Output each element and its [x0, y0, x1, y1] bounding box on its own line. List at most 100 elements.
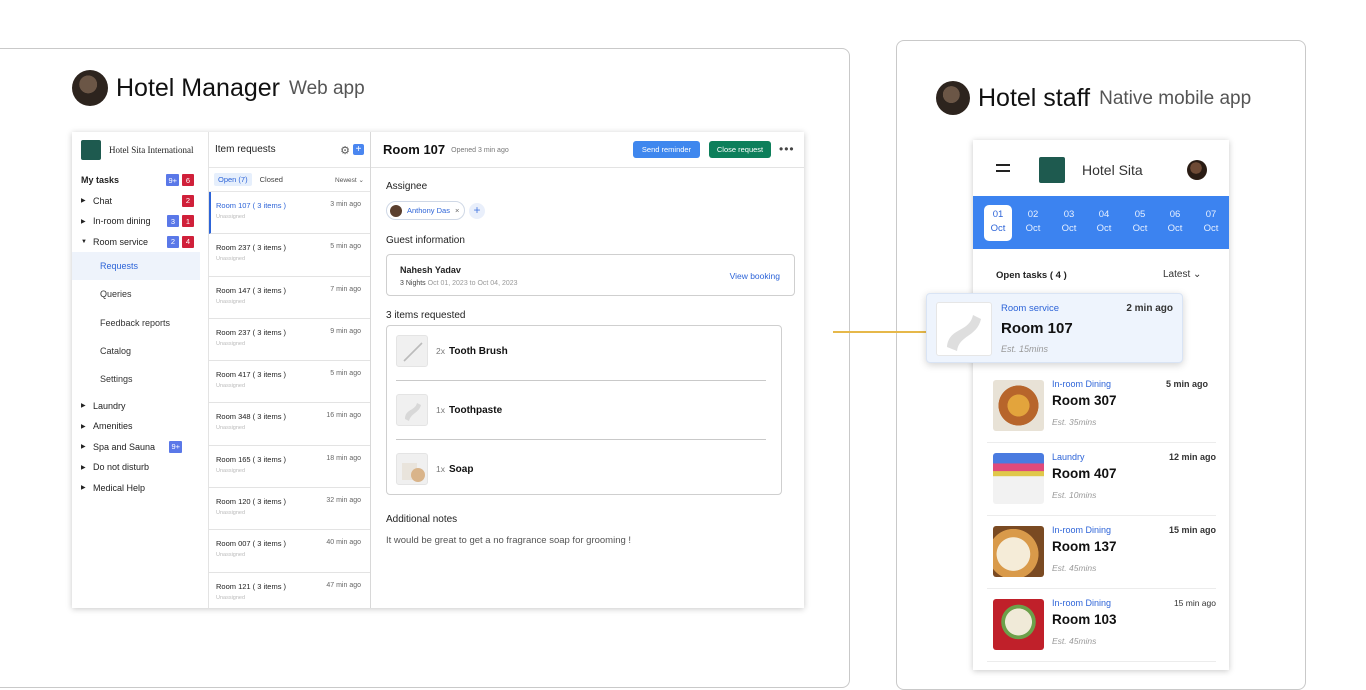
date-item[interactable]: 06 Oct: [1161, 205, 1189, 241]
close-request-button[interactable]: Close request: [709, 141, 771, 158]
date-item[interactable]: 01 Oct: [984, 205, 1012, 241]
view-booking-link[interactable]: View booking: [730, 271, 780, 281]
avatar[interactable]: [1187, 160, 1207, 180]
featured-task-card[interactable]: Room service Room 107 Est. 15mins 2 min …: [926, 293, 1183, 363]
sort-dropdown[interactable]: Latest ⌄: [1163, 269, 1201, 280]
hotel-logo: [81, 140, 101, 160]
request-row[interactable]: Room 147 ( 3 items ) 7 min ago Unassigne…: [209, 277, 370, 319]
guest-stay: 3 Nights Oct 01, 2023 to Oct 04, 2023: [400, 280, 518, 287]
task-category: In-room Dining: [1052, 379, 1112, 389]
date-day: 04: [1098, 209, 1110, 220]
task-est: Est. 10mins: [1052, 490, 1097, 500]
request-status: Unassigned: [216, 256, 246, 263]
request-row[interactable]: Room 237 ( 3 items ) 5 min ago Unassigne…: [209, 234, 370, 277]
task-card[interactable]: Laundry Room 407 Est. 10mins 12 min ago: [987, 446, 1216, 516]
request-row[interactable]: Room 120 ( 3 items ) 32 min ago Unassign…: [209, 488, 370, 531]
caret-right-icon: ▶: [81, 464, 86, 471]
sidebar-item-laundry[interactable]: ▶ Laundry: [72, 395, 208, 416]
request-time: 18 min ago: [326, 454, 361, 462]
date-item[interactable]: 04 Oct: [1090, 205, 1118, 241]
request-time: 47 min ago: [326, 581, 361, 589]
request-detail: Room 107 Opened 3 min ago Send reminder …: [371, 132, 804, 608]
close-icon[interactable]: ×: [455, 206, 459, 215]
sidebar-sub-queries[interactable]: Queries: [72, 280, 208, 308]
caret-right-icon: ▶: [81, 423, 86, 430]
date-item[interactable]: 03 Oct: [1055, 205, 1083, 241]
date-month: Oct: [1096, 223, 1112, 234]
request-row[interactable]: Room 165 ( 3 items ) 18 min ago Unassign…: [209, 446, 370, 489]
date-month: Oct: [1025, 223, 1041, 234]
request-row[interactable]: Room 107 ( 3 items ) 3 min ago Unassigne…: [209, 192, 370, 235]
dining-thumbnail: [993, 380, 1044, 431]
item-qty: 1x: [436, 405, 445, 415]
guest-card: Nahesh Yadav 3 Nights Oct 01, 2023 to Oc…: [386, 254, 795, 296]
menu-icon[interactable]: [996, 164, 1010, 176]
date-item[interactable]: 05 Oct: [1126, 205, 1154, 241]
request-row[interactable]: Room 007 ( 3 items ) 40 min ago Unassign…: [209, 530, 370, 573]
date-item[interactable]: 02 Oct: [1019, 205, 1047, 241]
sidebar-sub-feedback-reports[interactable]: Feedback reports: [72, 309, 208, 337]
add-icon[interactable]: +: [353, 144, 364, 155]
sidebar-my-tasks[interactable]: My tasks 9+ 6: [72, 170, 208, 191]
manager-avatar: [72, 70, 108, 106]
sidebar-item-in-room-dining[interactable]: ▶ In-room dining 3 1: [72, 211, 208, 232]
request-list: Item requests ⚙ + Open (7) Closed Newest…: [209, 132, 371, 608]
sidebar-item-label: Chat: [93, 195, 113, 206]
sidebar-item-do-not-disturb[interactable]: ▶ Do not disturb: [72, 457, 208, 478]
sidebar-sub-requests[interactable]: Requests: [72, 252, 200, 281]
guest-info-label: Guest information: [386, 235, 465, 246]
sidebar-item-label: In-room dining: [93, 216, 151, 227]
item-qty: 2x: [436, 346, 445, 356]
staff-avatar: [936, 81, 970, 115]
add-assignee-button[interactable]: +: [469, 203, 485, 219]
request-row[interactable]: Room 237 ( 3 items ) 9 min ago Unassigne…: [209, 319, 370, 362]
assignee-name: Anthony Das: [407, 206, 450, 215]
sort-dropdown[interactable]: Newest ⌄: [335, 176, 364, 184]
date-day: 02: [1027, 209, 1039, 220]
sidebar-item-room-service[interactable]: ▼ Room service 2 4: [72, 232, 208, 253]
chat-badge: 2: [182, 194, 194, 207]
list-item: 1x Toothpaste: [396, 394, 502, 426]
task-time: 2 min ago: [1126, 303, 1173, 314]
more-icon[interactable]: •••: [779, 142, 795, 156]
date-day: 03: [1063, 209, 1075, 220]
sidebar-item-medical-help[interactable]: ▶ Medical Help: [72, 477, 208, 498]
assignee-chip[interactable]: Anthony Das ×: [386, 201, 466, 220]
sidebar-item-spa-and-sauna[interactable]: ▶ Spa and Sauna 9+: [72, 436, 208, 457]
date-item[interactable]: 07 Oct: [1197, 205, 1225, 241]
brand-name: Hotel Sita International: [109, 145, 194, 155]
tab-open[interactable]: Open (7): [214, 173, 252, 186]
task-room: Room 107: [1001, 320, 1073, 337]
request-row[interactable]: Room 348 ( 3 items ) 16 min ago Unassign…: [209, 403, 370, 446]
mobile-header: Hotel Sita: [973, 140, 1229, 196]
item-name: Toothpaste: [448, 404, 503, 416]
chevron-down-icon: ⌄: [358, 176, 364, 184]
dining-badge-red: 1: [182, 215, 194, 228]
sidebar-item-amenities[interactable]: ▶ Amenities: [72, 416, 208, 437]
request-row[interactable]: Room 417 ( 3 items ) 5 min ago Unassigne…: [209, 361, 370, 404]
sidebar-sub-settings[interactable]: Settings: [72, 365, 208, 393]
list-item: 1x Soap: [396, 453, 473, 485]
sidebar-sub-catalog[interactable]: Catalog: [72, 337, 208, 365]
date-day: 07: [1205, 209, 1217, 220]
dining-thumbnail: [993, 526, 1044, 577]
caret-right-icon: ▶: [81, 218, 86, 225]
request-time: 3 min ago: [330, 201, 361, 208]
request-row[interactable]: Room 121 ( 3 items ) 47 min ago Unassign…: [209, 573, 370, 608]
task-card[interactable]: In-room Dining Room 137 Est. 45mins 15 m…: [987, 519, 1216, 589]
send-reminder-button[interactable]: Send reminder: [633, 141, 700, 158]
sidebar-item-chat[interactable]: ▶ Chat 2: [72, 191, 208, 212]
caret-right-icon: ▶: [81, 198, 86, 205]
staff-subtitle: Native mobile app: [1099, 88, 1252, 109]
task-est: Est. 45mins: [1052, 636, 1097, 646]
task-card[interactable]: In-room Dining Room 103 Est. 45mins 15 m…: [987, 592, 1216, 662]
tab-closed[interactable]: Closed: [260, 175, 283, 184]
hotel-logo: [1039, 157, 1065, 183]
task-card[interactable]: In-room Dining Room 307 Est. 35mins 5 mi…: [987, 373, 1216, 443]
request-time: 9 min ago: [330, 327, 361, 335]
dining-badge-blue: 3: [167, 215, 179, 228]
date-month: Oct: [1132, 223, 1148, 234]
gear-icon[interactable]: ⚙: [340, 144, 350, 157]
request-time: 16 min ago: [326, 412, 361, 420]
task-room: Room 137: [1052, 539, 1117, 554]
